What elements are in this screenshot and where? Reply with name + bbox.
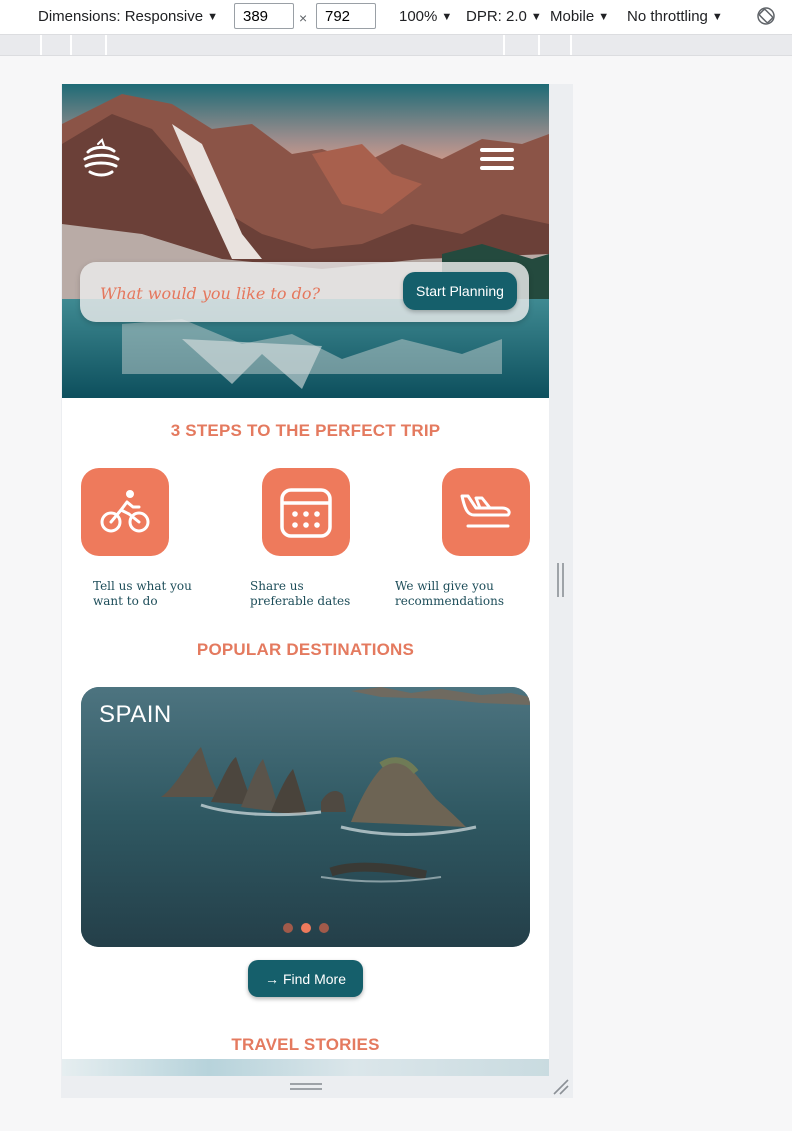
calendar-icon — [280, 488, 332, 538]
hero-banner: Start Planning — [62, 84, 549, 398]
carousel-dots — [283, 923, 333, 933]
devtools-device-toolbar: Dimensions: Responsive▼ × 100%▼ DPR: 2.0… — [0, 0, 792, 35]
ruler-tick — [503, 35, 505, 55]
hamburger-menu-icon[interactable] — [480, 148, 514, 172]
steps-section-title: 3 STEPS TO THE PERFECT TRIP — [170, 421, 441, 440]
destinations-section-title: POPULAR DESTINATIONS — [196, 640, 415, 659]
device-type-dropdown[interactable]: Mobile ▼ — [550, 8, 609, 25]
ruler-tick — [40, 35, 42, 55]
dimensions-label: Dimensions: Responsive — [38, 8, 204, 25]
stories-section-title: TRAVEL STORIES — [231, 1035, 380, 1054]
globe-logo-icon[interactable] — [80, 138, 122, 180]
find-more-label: Find More — [282, 970, 347, 987]
start-planning-button[interactable]: Start Planning — [403, 272, 517, 310]
chevron-down-icon: ▼ — [207, 11, 218, 23]
trip-search-bar: Start Planning — [80, 262, 529, 322]
resize-handle-right[interactable] — [557, 563, 565, 597]
bicycle-icon — [100, 490, 150, 533]
width-input[interactable] — [234, 3, 294, 29]
airplane-landing-icon — [460, 494, 511, 528]
dimensions-dropdown[interactable]: Dimensions: Responsive ▼ — [38, 8, 218, 25]
carousel-dot-2[interactable] — [301, 923, 311, 933]
ruler-tick — [538, 35, 540, 55]
throttling-dropdown[interactable]: No throttling ▼ — [627, 8, 723, 25]
step-text-recommendations: We will give you recommendations — [395, 579, 504, 608]
step-text-activity: Tell us what you want to do — [93, 579, 192, 608]
times-icon: × — [299, 10, 308, 26]
chevron-down-icon: ▼ — [441, 11, 453, 23]
mobile-viewport: Start Planning 3 STEPS TO THE PERFECT TR… — [62, 84, 549, 1076]
chevron-down-icon: ▼ — [711, 11, 723, 23]
step-text-dates: Share us preferable dates — [250, 579, 351, 608]
zoom-dropdown[interactable]: 100% ▼ — [399, 8, 452, 25]
height-input[interactable] — [316, 3, 376, 29]
chevron-down-icon: ▼ — [530, 11, 542, 23]
travel-story-image — [62, 1059, 549, 1076]
resize-corner-icon[interactable] — [552, 1078, 570, 1096]
step-card-recommendations[interactable] — [442, 468, 530, 556]
destination-name: SPAIN — [99, 701, 172, 728]
dpr-dropdown[interactable]: DPR: 2.0 ▼ — [466, 8, 542, 25]
media-query-ruler[interactable] — [0, 35, 792, 56]
rotate-icon[interactable] — [756, 6, 776, 26]
carousel-dot-3[interactable] — [319, 923, 329, 933]
dpr-label: DPR: 2.0 — [466, 8, 527, 25]
find-more-button[interactable]: → Find More — [248, 960, 363, 997]
carousel-dot-1[interactable] — [283, 923, 293, 933]
throttling-label: No throttling — [627, 8, 708, 25]
zoom-label: 100% — [399, 8, 438, 25]
mountain-lake-image — [62, 84, 549, 398]
ruler-tick — [570, 35, 572, 55]
ruler-tick — [70, 35, 72, 55]
chevron-down-icon: ▼ — [598, 11, 610, 23]
step-card-dates[interactable] — [262, 468, 350, 556]
device-type-label: Mobile — [550, 8, 595, 25]
destination-carousel[interactable]: SPAIN — [81, 687, 530, 947]
ruler-tick — [105, 35, 107, 55]
search-input[interactable] — [98, 276, 392, 310]
arrow-right-icon: → — [264, 970, 279, 987]
resize-handle-bottom[interactable] — [290, 1083, 322, 1091]
step-card-activity[interactable] — [81, 468, 169, 556]
